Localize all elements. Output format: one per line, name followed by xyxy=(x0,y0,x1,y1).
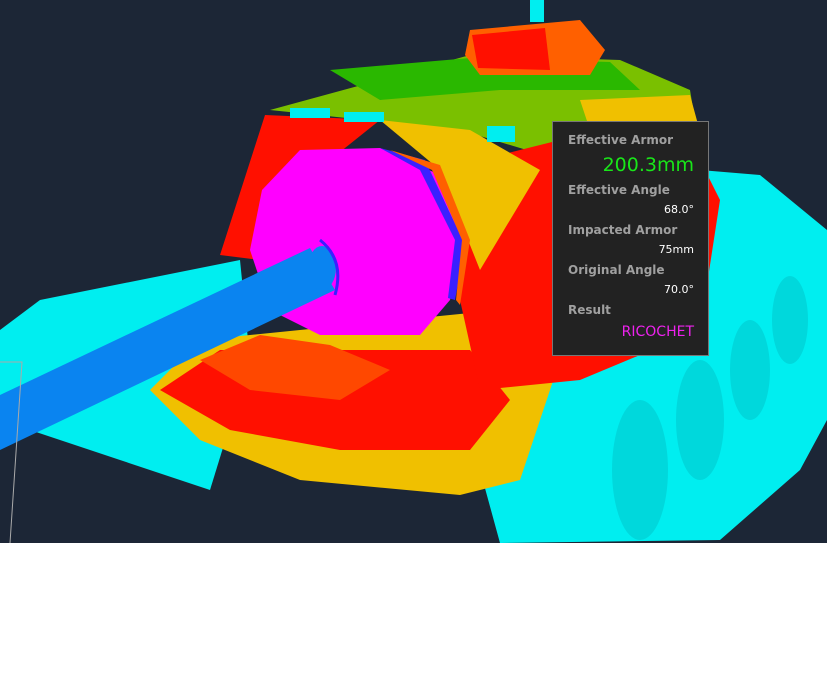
result-label: Result xyxy=(568,303,611,317)
effective-armor-label: Effective Armor xyxy=(568,133,674,147)
impacted-armor-label: Impacted Armor xyxy=(568,223,678,237)
effective-angle-label: Effective Angle xyxy=(568,183,670,197)
impacted-armor-value: 75mm xyxy=(658,243,694,256)
effective-armor-value: 200.3mm xyxy=(602,154,694,176)
armor-viewer-3d[interactable]: Effective Armor 200.3mm Effective Angle … xyxy=(0,0,827,543)
armor-tooltip: Effective Armor 200.3mm Effective Angle … xyxy=(552,121,709,356)
effective-angle-value: 68.0° xyxy=(664,203,694,216)
original-angle-value: 70.0° xyxy=(664,283,694,296)
result-value: RICOCHET xyxy=(621,324,694,340)
original-angle-label: Original Angle xyxy=(568,263,665,277)
